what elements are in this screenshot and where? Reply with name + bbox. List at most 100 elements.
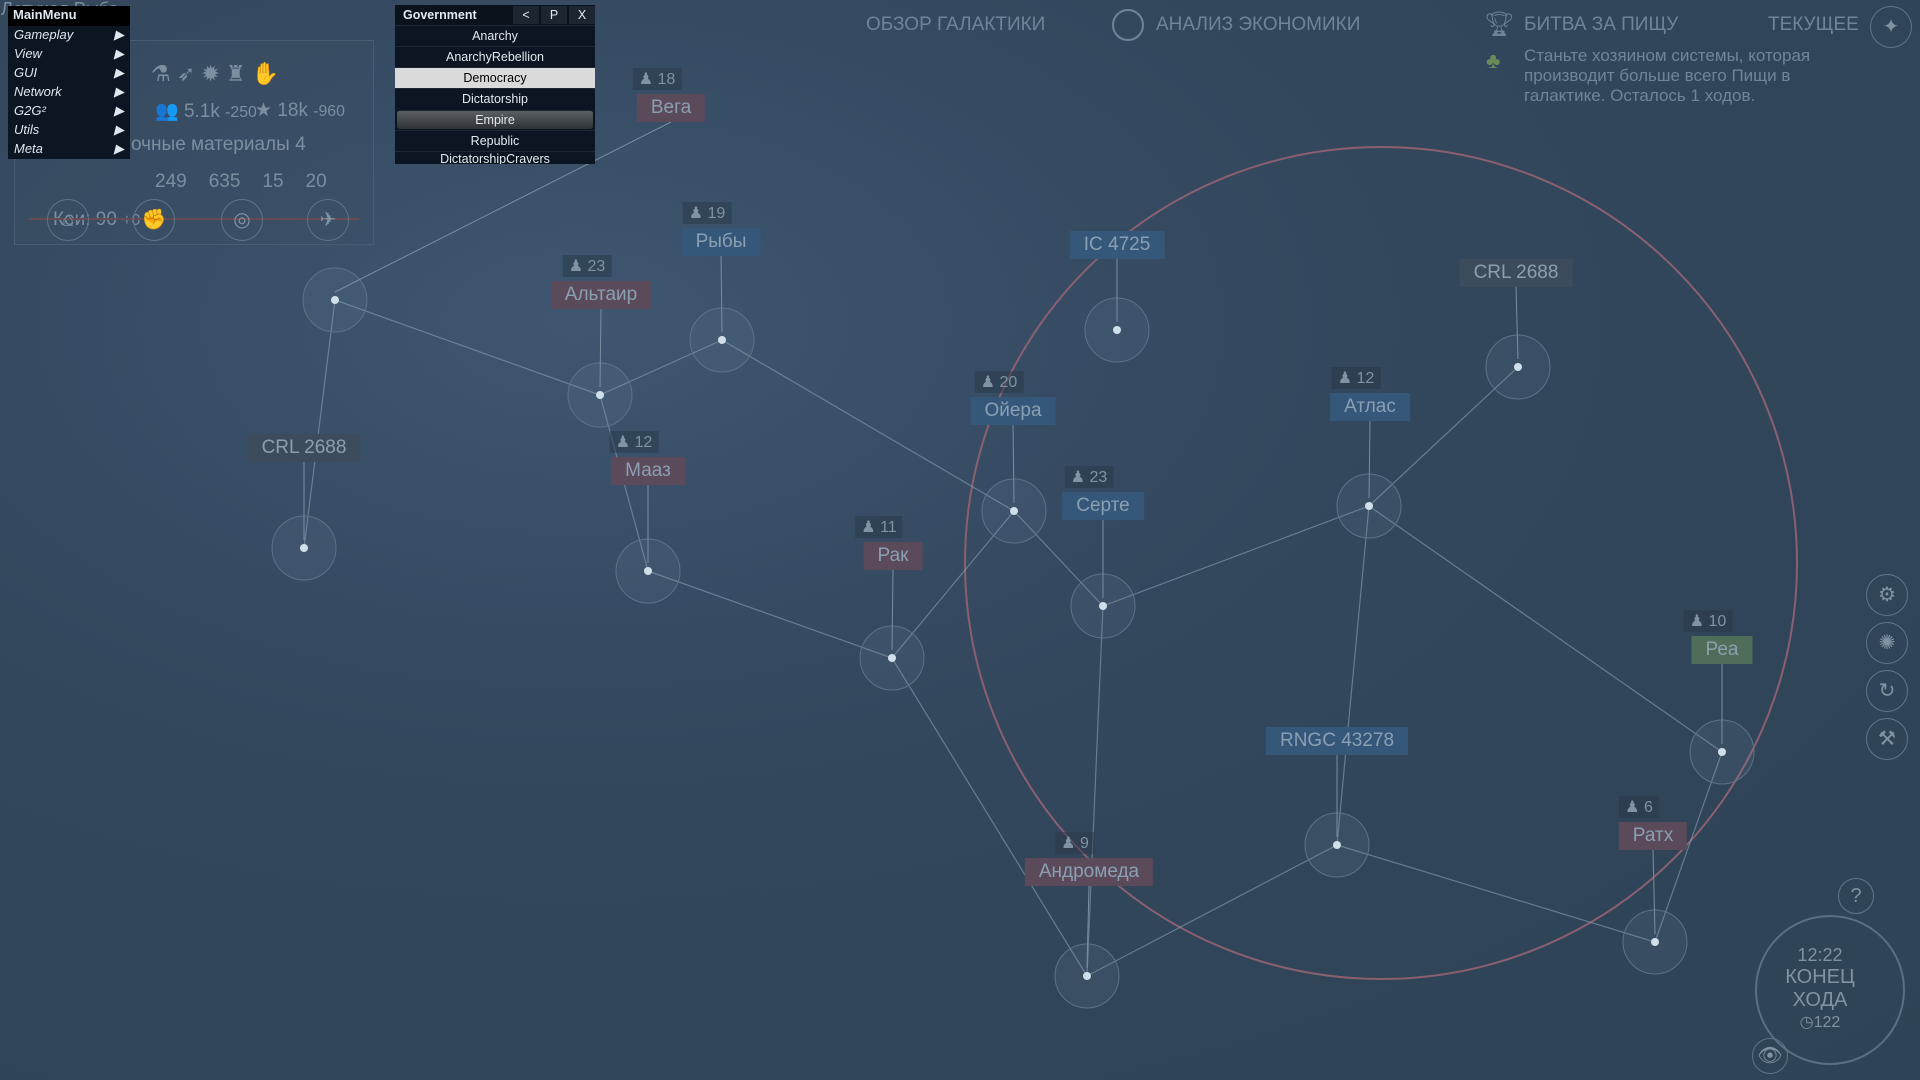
- menu-item-label: View: [14, 46, 42, 61]
- menu-item[interactable]: Network ▶: [8, 83, 130, 102]
- population-badge: ♟ 11: [855, 516, 903, 538]
- government-option[interactable]: AnarchyRebellion: [395, 46, 595, 67]
- menu-item-label: Utils: [14, 122, 40, 137]
- system-label[interactable]: RNGC 43278: [1265, 727, 1409, 755]
- star-lane: [1086, 605, 1104, 977]
- star: [718, 336, 726, 344]
- research-icon[interactable]: ↻: [1866, 670, 1908, 712]
- fleet-icon[interactable]: ?: [1838, 878, 1874, 914]
- government-option[interactable]: Anarchy: [395, 25, 595, 46]
- economy-icon: [1112, 9, 1144, 41]
- turn-counter: ◷122: [1799, 1014, 1841, 1031]
- system-label[interactable]: IC 4725: [1069, 231, 1165, 259]
- home-icon[interactable]: ⌂: [47, 199, 89, 241]
- star-lane: [1336, 505, 1370, 846]
- government-option[interactable]: Democracy: [395, 67, 595, 88]
- settings-icon[interactable]: ✺: [1866, 622, 1908, 664]
- government-panel: Government < P X Anarchy AnarchyRebellion…: [395, 5, 595, 164]
- eye-icon[interactable]: 👁︎: [1752, 1038, 1788, 1074]
- population-badge: ♟ 10: [1683, 610, 1733, 632]
- tab-food-battle[interactable]: БИТВА ЗА ПИЩУ: [1524, 14, 1678, 36]
- star: [644, 567, 652, 575]
- population-icon: ♟: [1070, 469, 1086, 486]
- government-option[interactable]: Republic: [395, 130, 595, 151]
- materials: очные материалы 4: [131, 134, 306, 155]
- hero-icon[interactable]: ◎: [221, 199, 263, 241]
- star: [888, 654, 896, 662]
- population-icon: ♟: [1061, 835, 1076, 852]
- chevron-right-icon: ▶: [114, 27, 124, 42]
- population-badge: ♟ 19: [682, 202, 732, 224]
- menu-item-label: Network: [14, 84, 62, 99]
- star-lane: [1368, 505, 1723, 753]
- system-label[interactable]: Атлас: [1330, 393, 1410, 421]
- star-lane: [334, 299, 601, 396]
- system-label[interactable]: Рак: [863, 542, 923, 570]
- system-label[interactable]: Мааз: [611, 457, 685, 485]
- population-value: 12: [634, 434, 653, 451]
- chevron-right-icon: ▶: [114, 84, 124, 99]
- population-value: 19: [707, 205, 726, 222]
- star: [1718, 748, 1726, 756]
- tab-galaxy-overview[interactable]: ОБЗОР ГАЛАКТИКИ: [866, 14, 1045, 36]
- menu-item[interactable]: View ▶: [8, 45, 130, 64]
- end-turn-label: ХОДА: [1792, 989, 1848, 1011]
- pin-button[interactable]: P: [541, 6, 567, 24]
- system-label[interactable]: Вега: [636, 94, 706, 122]
- menu-item-label: GUI: [14, 65, 38, 80]
- end-turn-button[interactable]: 12:22 КОНЕЦ ХОДА ◷122: [1760, 945, 1880, 1032]
- chevron-right-icon: ▶: [114, 122, 124, 137]
- population-value: 10: [1708, 613, 1727, 630]
- population-badge: ♟ 9: [1055, 832, 1095, 854]
- system-label[interactable]: Ойера: [970, 397, 1056, 425]
- chevron-right-icon: ▶: [114, 141, 124, 156]
- government-option[interactable]: Dictatorship: [395, 88, 595, 109]
- star: [1113, 326, 1121, 334]
- system-label[interactable]: Реа: [1691, 636, 1753, 664]
- population-icon: ♟: [688, 205, 704, 222]
- empire-icon[interactable]: ⚙: [1866, 574, 1908, 616]
- population-badge: ♟ 23: [1064, 466, 1114, 488]
- population-icon: ♟: [980, 374, 996, 391]
- close-button[interactable]: X: [569, 6, 595, 24]
- objective-text: Станьте хозяином системы, которая произв…: [1524, 46, 1811, 105]
- tab-economy-analysis[interactable]: АНАЛИЗ ЭКОНОМИКИ: [1156, 14, 1360, 36]
- star-lane: [303, 299, 336, 549]
- star-lane: [647, 570, 893, 659]
- government-option[interactable]: DictatorshipCravers: [395, 151, 595, 164]
- menu-item[interactable]: Utils ▶: [8, 121, 130, 140]
- system-label[interactable]: CRL 2688: [247, 434, 361, 462]
- trophy-icon: 🏆︎: [1484, 11, 1515, 38]
- chevron-right-icon: ▶: [114, 65, 124, 80]
- resources: 249 635 15 20: [155, 171, 327, 192]
- clock-time: 12:22: [1797, 945, 1843, 965]
- tab-current[interactable]: ТЕКУЩЕЕ: [1768, 14, 1859, 36]
- population-value: 9: [1079, 835, 1089, 852]
- tools-icon[interactable]: ⚒: [1866, 718, 1908, 760]
- population-icon: ♟: [638, 71, 654, 88]
- system-label[interactable]: Альтаир: [550, 281, 652, 309]
- main-menu: MainMenu Gameplay ▶ View ▶ GUI ▶ Network ▶ G2G² ▶…: [8, 6, 130, 159]
- menu-item[interactable]: GUI ▶: [8, 64, 130, 83]
- system-label[interactable]: Серте: [1062, 492, 1144, 520]
- population-badge: ♟ 6: [1619, 796, 1659, 818]
- system-label[interactable]: CRL 2688: [1459, 259, 1573, 287]
- population-value: 20: [999, 374, 1018, 391]
- menu-item[interactable]: G2G² ▶: [8, 102, 130, 121]
- back-button[interactable]: <: [513, 6, 539, 24]
- system-label[interactable]: Андромеда: [1024, 858, 1154, 886]
- fist-icon[interactable]: ✊: [133, 199, 175, 241]
- main-menu-title: MainMenu: [8, 6, 130, 26]
- system-label[interactable]: Рыбы: [681, 228, 761, 256]
- population-value: 👥 5.1k -250: [155, 101, 257, 122]
- population-icon: ♟: [1337, 370, 1353, 387]
- system-label[interactable]: Ратх: [1618, 822, 1688, 850]
- menu-item[interactable]: Gameplay ▶: [8, 26, 130, 45]
- population-value: 12: [1356, 370, 1375, 387]
- star: [1333, 841, 1341, 849]
- ship-icon[interactable]: ✈: [307, 199, 349, 241]
- population-value: 23: [1089, 469, 1108, 486]
- menu-item[interactable]: Meta ▶: [8, 140, 130, 159]
- pin-icon[interactable]: ✦: [1870, 6, 1912, 48]
- government-option[interactable]: Empire: [397, 110, 593, 129]
